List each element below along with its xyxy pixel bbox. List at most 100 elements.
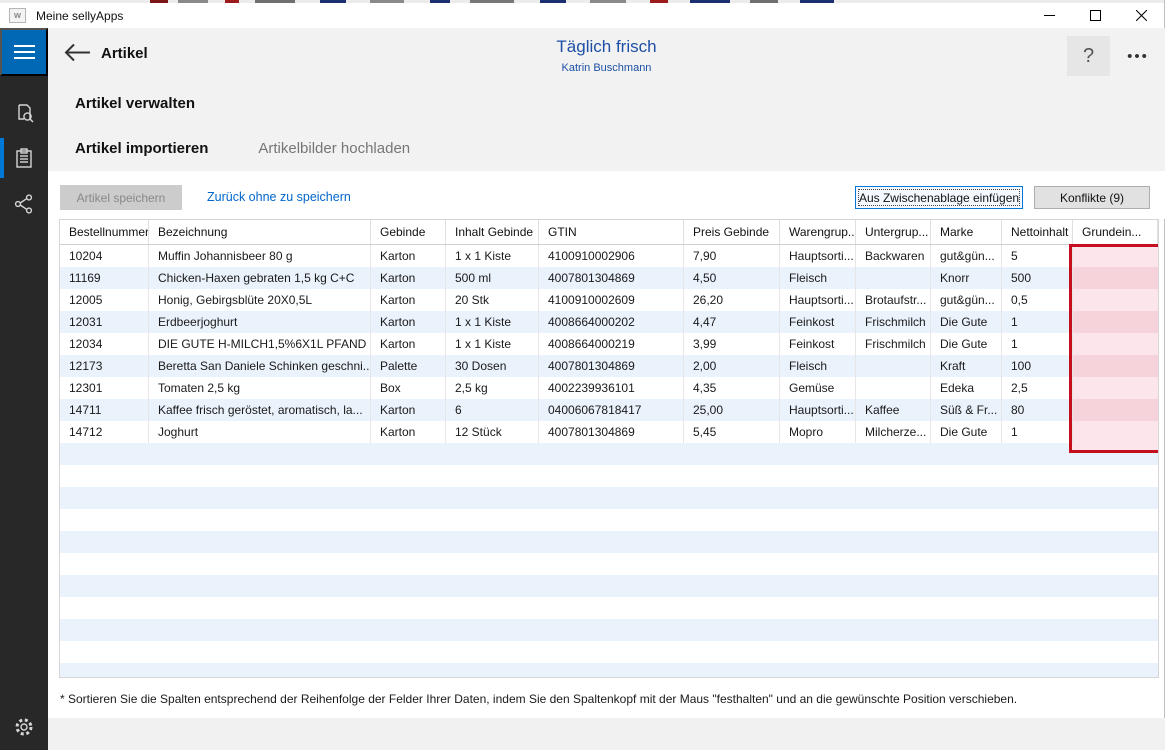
table-cell: Hauptsorti... [780, 245, 856, 267]
table-cell: 04006067818417 [539, 399, 684, 421]
user-name: Katrin Buschmann [48, 62, 1165, 74]
maximize-button[interactable] [1072, 3, 1118, 28]
table-cell: 2,5 [1002, 377, 1073, 399]
window-title: Meine sellyApps [36, 9, 123, 23]
paste-from-clipboard-button[interactable]: Aus Zwischenablage einfügen [855, 186, 1023, 209]
app-logo-icon: w [9, 8, 26, 23]
table-cell: 4002239936101 [539, 377, 684, 399]
empty-row-stripe [60, 531, 1158, 553]
table-cell: Feinkost [780, 333, 856, 355]
table-cell: 4100910002906 [539, 245, 684, 267]
table-cell: Karton [371, 245, 446, 267]
gear-icon [13, 716, 35, 738]
table-cell: 10204 [60, 245, 149, 267]
table-row[interactable]: 12005Honig, Gebirgsblüte 20X0,5LKarton20… [60, 289, 1158, 311]
clipboard-icon [13, 147, 35, 170]
sidebar-item-articles[interactable] [0, 136, 48, 180]
table-cell: 4008664000202 [539, 311, 684, 333]
table-cell: Karton [371, 421, 446, 443]
maximize-icon [1090, 10, 1101, 21]
table-cell: 4007801304869 [539, 421, 684, 443]
table-cell [1073, 355, 1158, 377]
table-cell: 1 [1002, 421, 1073, 443]
table-row[interactable]: 11169Chicken-Haxen gebraten 1,5 kg C+CKa… [60, 267, 1158, 289]
hamburger-menu-button[interactable] [0, 28, 48, 76]
table-cell: Fleisch [780, 355, 856, 377]
column-header[interactable]: Untergrup... [856, 220, 931, 244]
table-row[interactable]: 14712JoghurtKarton12 Stück40078013048695… [60, 421, 1158, 443]
table-row[interactable]: 12031ErdbeerjoghurtKarton1 x 1 Kiste4008… [60, 311, 1158, 333]
empty-row-stripe [60, 465, 1158, 487]
table-cell: 500 [1002, 267, 1073, 289]
sidebar-item-catalog[interactable] [0, 91, 48, 135]
sorting-hint-text: * Sortieren Sie die Spalten entsprechend… [60, 692, 1110, 706]
table-cell: 4,50 [684, 267, 780, 289]
table-cell: 4007801304869 [539, 355, 684, 377]
table-cell: 26,20 [684, 289, 780, 311]
sidebar-item-share[interactable] [0, 182, 48, 226]
table-cell: Kaffee [856, 399, 931, 421]
table-cell: 25,00 [684, 399, 780, 421]
table-cell: Brotaufstr... [856, 289, 931, 311]
share-icon [13, 193, 35, 215]
table-cell: Beretta San Daniele Schinken geschni... [149, 355, 371, 377]
table-cell: 7,90 [684, 245, 780, 267]
empty-row-stripe [60, 619, 1158, 641]
tab-artikelbilder-hochladen[interactable]: Artikelbilder hochladen [258, 140, 410, 157]
table-cell: Gemüse [780, 377, 856, 399]
column-header[interactable]: Nettoinhalt [1002, 220, 1073, 244]
table-cell [1073, 289, 1158, 311]
table-row[interactable]: 14711Kaffee frisch geröstet, aromatisch,… [60, 399, 1158, 421]
table-cell: Karton [371, 267, 446, 289]
table-cell: Box [371, 377, 446, 399]
table-cell: Joghurt [149, 421, 371, 443]
table-cell [856, 267, 931, 289]
empty-row-stripe [60, 487, 1158, 509]
table-row[interactable]: 12301Tomaten 2,5 kgBox2,5 kg400223993610… [60, 377, 1158, 399]
help-button[interactable]: ? [1067, 36, 1110, 76]
table-cell: 6 [446, 399, 539, 421]
table-cell: Feinkost [780, 311, 856, 333]
table-cell: 20 Stk [446, 289, 539, 311]
table-cell: 4,35 [684, 377, 780, 399]
table-cell [1073, 333, 1158, 355]
column-header[interactable]: Grundein... [1073, 220, 1158, 244]
table-cell: 80 [1002, 399, 1073, 421]
column-header[interactable]: Inhalt Gebinde [446, 220, 539, 244]
table-cell [1073, 421, 1158, 443]
table-cell: Karton [371, 289, 446, 311]
sidebar-item-settings[interactable] [0, 705, 48, 749]
table-cell: Karton [371, 333, 446, 355]
table-cell: 5,45 [684, 421, 780, 443]
table-cell: 0,5 [1002, 289, 1073, 311]
table-cell: 1 x 1 Kiste [446, 311, 539, 333]
column-header[interactable]: Warengrup... [780, 220, 856, 244]
conflicts-button[interactable]: Konflikte (9) [1034, 186, 1150, 209]
column-header[interactable]: Bezeichnung [149, 220, 371, 244]
table-cell: Tomaten 2,5 kg [149, 377, 371, 399]
table-cell: 12005 [60, 289, 149, 311]
more-options-button[interactable]: ••• [1117, 36, 1159, 76]
page-header: Artikel Täglich frisch Katrin Buschmann … [48, 28, 1165, 171]
column-header[interactable]: Marke [931, 220, 1002, 244]
table-row[interactable]: 10204Muffin Johannisbeer 80 gKarton1 x 1… [60, 245, 1158, 267]
table-row[interactable]: 12173Beretta San Daniele Schinken geschn… [60, 355, 1158, 377]
table-cell: Backwaren [856, 245, 931, 267]
table-cell: Hauptsorti... [780, 289, 856, 311]
table-cell: 12301 [60, 377, 149, 399]
back-without-saving-link[interactable]: Zurück ohne zu speichern [207, 190, 351, 204]
tab-artikel-importieren[interactable]: Artikel importieren [75, 140, 208, 157]
column-header[interactable]: Bestellnummer [60, 220, 149, 244]
table-header: BestellnummerBezeichnungGebindeInhalt Ge… [60, 220, 1158, 245]
save-button[interactable]: Artikel speichern [60, 185, 182, 210]
table-row[interactable]: 12034DIE GUTE H-MILCH1,5%6X1L PFANDKarto… [60, 333, 1158, 355]
column-header[interactable]: GTIN [539, 220, 684, 244]
empty-row-stripe [60, 641, 1158, 663]
close-button[interactable] [1118, 3, 1164, 28]
column-header[interactable]: Gebinde [371, 220, 446, 244]
minimize-button[interactable] [1026, 3, 1072, 28]
empty-row-stripe [60, 509, 1158, 531]
column-header[interactable]: Preis Gebinde [684, 220, 780, 244]
table-cell: Die Gute [931, 311, 1002, 333]
table-cell: 12173 [60, 355, 149, 377]
